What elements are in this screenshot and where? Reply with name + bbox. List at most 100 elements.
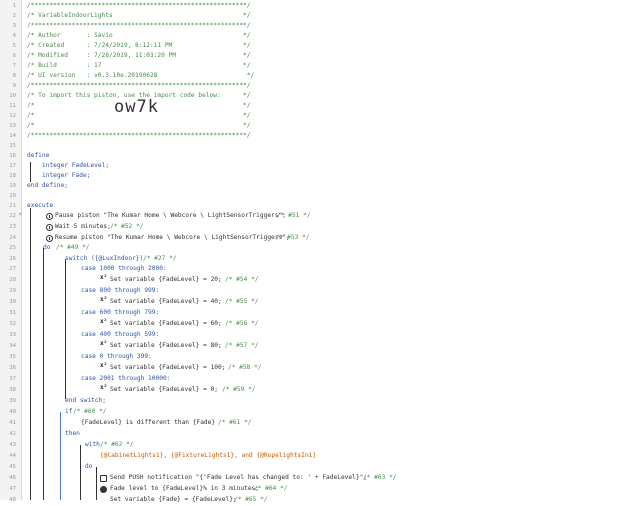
- do-keyword: do: [85, 463, 93, 470]
- do-keyword: do: [43, 244, 51, 251]
- set-variable-statement[interactable]: Set variable {FadeLevel} = 40;: [110, 297, 222, 308]
- device-list[interactable]: {@CabinetLights1}, {@FixtureLights1}, an…: [100, 451, 316, 462]
- statement-id: /* #62 */: [100, 441, 134, 448]
- modified-line: /* Modified : 7/28/2019, 11:03:20 PM */: [27, 52, 251, 59]
- set-variable-statement[interactable]: Set variable {FadeLevel} = 0;: [110, 385, 218, 396]
- case-label[interactable]: case 0 through 399:: [81, 352, 152, 363]
- author-line: /* Author : Savio */: [27, 32, 251, 39]
- code-line: 41 {FadeLevel} is different than {Fade}/*…: [0, 418, 623, 429]
- header-rule: /***************************************…: [27, 22, 251, 29]
- header-rule: /***************************************…: [27, 132, 251, 139]
- with-do-block-bar: [96, 467, 97, 500]
- code-line: 17 integer FadeLevel;: [0, 161, 623, 172]
- then-keyword: then: [65, 430, 80, 437]
- code-line: 7/* Build : 17 */: [0, 61, 623, 72]
- code-line: 20: [9, 193, 16, 199]
- set-variable-statement[interactable]: Set variable {FadeLevel} = 100;: [110, 363, 225, 374]
- code-line: 5/* Created : 7/24/2019, 8:12:11 PM */: [0, 41, 623, 52]
- code-line: 44 {@CabinetLights1}, {@FixtureLights1}, …: [0, 451, 623, 462]
- set-variable-statement[interactable]: Set variable {FadeLevel} = 80;: [110, 341, 222, 352]
- code-line: 19 end define;: [0, 181, 623, 192]
- code-line: 11/* */: [0, 101, 623, 112]
- execute-block-bar: [30, 208, 31, 500]
- end-define: end define;: [27, 182, 68, 189]
- case-label[interactable]: case 400 through 599:: [81, 330, 159, 341]
- define-block-bar: [30, 162, 31, 182]
- code-line: 29 case 800 through 999:: [0, 286, 623, 297]
- code-line: 33 case 400 through 599:: [0, 330, 623, 341]
- trigger-arrow-icon: ›: [18, 210, 23, 218]
- statement-id: /* #60 */: [73, 408, 107, 415]
- code-editor: 1/**************************************…: [0, 0, 623, 503]
- code-line: 27 case 1000 through 2000:: [0, 264, 623, 275]
- statement-id: /* #61 */: [218, 419, 252, 426]
- end-switch: end switch;: [65, 397, 106, 404]
- created-line: /* Created : 7/24/2019, 8:12:11 PM */: [27, 42, 251, 49]
- define-keyword: define: [27, 152, 50, 159]
- code-line: 13/* */: [0, 121, 623, 132]
- statement-id: /* #64 */: [254, 485, 288, 492]
- code-line: 15: [9, 143, 16, 149]
- code-line: 9/**************************************…: [0, 81, 623, 92]
- code-line: 32 Set variable {FadeLevel} = 60;/* #56 *…: [0, 319, 623, 330]
- ui-version-line: /* UI version : v0.3.10e.20190628 */: [27, 72, 255, 79]
- variable-icon: x²: [100, 340, 108, 347]
- header-rule: /***************************************…: [27, 2, 251, 9]
- code-line: 16 define: [0, 151, 623, 162]
- do-block-bar: [43, 248, 44, 500]
- variable-declaration[interactable]: integer FadeLevel;: [42, 161, 109, 172]
- code-line: 26 switch ({@LuxIndoor})/* #27 */: [0, 254, 623, 265]
- case-label[interactable]: case 800 through 999:: [81, 286, 159, 297]
- if-block-bar: [60, 412, 61, 500]
- with-keyword[interactable]: with: [85, 440, 100, 451]
- code-line: 12/* */: [0, 111, 623, 122]
- code-line: 46 Send PUSH notification "{'Fade Level h…: [0, 473, 623, 484]
- message-icon: [100, 475, 107, 482]
- switch-statement[interactable]: switch ({@LuxIndoor}): [65, 254, 143, 265]
- code-line: 31 case 600 through 799:: [0, 308, 623, 319]
- if-keyword[interactable]: if: [65, 407, 72, 418]
- build-line: /* Build : 17 */: [27, 62, 251, 69]
- if-condition[interactable]: {FadeLevel} is different than {Fade}: [81, 418, 215, 429]
- statement-id: /* #57 */: [225, 342, 259, 349]
- code-line: 4/* Author : Savio */: [0, 31, 623, 42]
- code-line: 28 Set variable {FadeLevel} = 20;/* #54 *…: [0, 275, 623, 286]
- case-label[interactable]: case 1000 through 2000:: [81, 264, 167, 275]
- set-variable-statement[interactable]: Set variable {FadeLevel} = 60;: [110, 319, 222, 330]
- statement-id: /* #63 */: [363, 474, 397, 481]
- code-line: 21 execute: [0, 201, 623, 212]
- import-code[interactable]: ow7k: [114, 97, 159, 117]
- code-line: 18 integer Fade;: [0, 171, 623, 182]
- pause-statement[interactable]: Pause piston "The Kumar Home \ Webcore \…: [55, 211, 286, 222]
- switch-block-bar: [65, 259, 66, 399]
- variable-icon: x²: [100, 362, 108, 369]
- code-line: 35 case 0 through 399:: [0, 352, 623, 363]
- code-line: 3/**************************************…: [0, 21, 623, 32]
- variable-icon: x²: [100, 384, 108, 391]
- header-rule: /***************************************…: [27, 82, 251, 89]
- fade-icon: [100, 486, 107, 493]
- code-line: 45 do: [0, 462, 623, 473]
- statement-id: /* #27 */: [143, 255, 177, 262]
- set-fade-statement[interactable]: Set variable {Fade} = {FadeLevel};: [110, 495, 237, 506]
- case-label[interactable]: case 2001 through 10000:: [81, 374, 170, 385]
- statement-id: /* #55 */: [225, 298, 259, 305]
- piston-title: /* VariableIndoorLights */: [27, 12, 251, 19]
- code-line: 2/* VariableIndoorLights */: [0, 11, 623, 22]
- push-notification-statement[interactable]: Send PUSH notification "{'Fade Level has…: [110, 473, 367, 484]
- set-variable-statement[interactable]: Set variable {FadeLevel} = 20;: [110, 275, 222, 286]
- case-label[interactable]: case 600 through 799:: [81, 308, 159, 319]
- code-line: 48 Set variable {Fade} = {FadeLevel};/* #…: [0, 495, 623, 506]
- with-block-bar: [80, 445, 81, 500]
- code-line: 8/* UI version : v0.3.10e.20190628 */: [0, 71, 623, 82]
- statement-id: /* #58 */: [228, 364, 262, 371]
- code-line: 39 end switch;: [0, 396, 623, 407]
- code-line: 30 Set variable {FadeLevel} = 40;/* #55 *…: [0, 297, 623, 308]
- code-line: 22 Pause piston "The Kumar Home \ Webcore…: [0, 211, 623, 222]
- variable-icon: x²: [100, 296, 108, 303]
- statement-id: /* #65 */: [234, 496, 268, 503]
- variable-declaration[interactable]: integer Fade;: [42, 171, 90, 182]
- fade-level-statement[interactable]: Fade level to {FadeLevel}% in 3 minutes;: [110, 484, 259, 495]
- clock-icon: [46, 213, 53, 220]
